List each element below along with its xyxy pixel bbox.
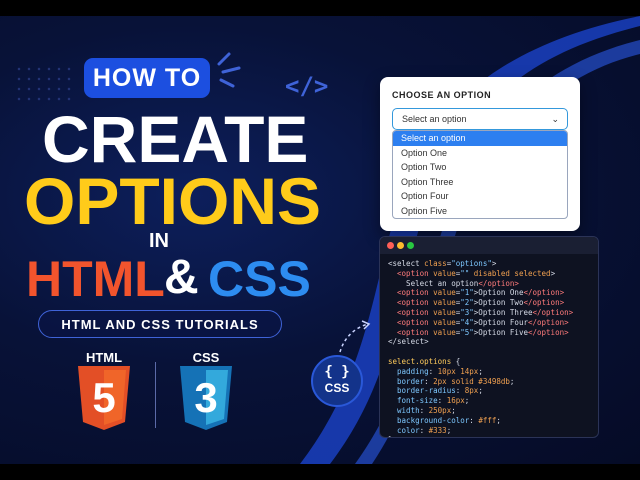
minimize-dot-icon xyxy=(397,242,404,249)
title-ampersand: & xyxy=(164,251,199,304)
logo-divider xyxy=(155,362,156,428)
option-five[interactable]: Option Five xyxy=(393,204,567,219)
select-label: CHOOSE AN OPTION xyxy=(392,90,492,100)
chevron-down-icon[interactable]: ⌄ xyxy=(551,114,559,125)
title-css: CSS xyxy=(208,251,311,307)
html5-number: 5 xyxy=(92,374,115,421)
option-two[interactable]: Option Two xyxy=(393,160,567,175)
option-one[interactable]: Option One xyxy=(393,146,567,161)
option-four[interactable]: Option Four xyxy=(393,189,567,204)
css3-number: 3 xyxy=(194,374,217,421)
html5-logo-label: HTML xyxy=(85,350,123,365)
css3-logo-label: CSS xyxy=(192,350,220,365)
css3-logo: CSS 3 xyxy=(172,350,240,432)
subtitle-pill: HTML AND CSS TUTORIALS xyxy=(38,310,282,338)
close-dot-icon xyxy=(387,242,394,249)
select-demo-card: CHOOSE AN OPTION Select an option ⌄ Sele… xyxy=(380,77,580,231)
letterbox-top xyxy=(0,0,640,16)
option-dropdown: Select an option Option One Option Two O… xyxy=(392,130,568,219)
how-to-badge: HOW TO xyxy=(84,58,210,98)
code-snippet: <select class="options"> <option value="… xyxy=(388,259,574,437)
option-select[interactable]: Select an option ⌄ xyxy=(392,108,568,130)
editor-titlebar xyxy=(380,237,598,254)
thumbnail: HOW TO </> CREATE OPTIONS IN HTML & CSS … xyxy=(0,16,640,464)
code-editor: <select class="options"> <option value="… xyxy=(379,236,599,438)
title-in: IN xyxy=(149,230,169,252)
code-brackets-icon: </> xyxy=(285,72,329,100)
css-badge-label: CSS xyxy=(324,381,350,395)
dashed-arrow-icon xyxy=(339,320,371,353)
title-create: CREATE xyxy=(42,102,309,176)
maximize-dot-icon xyxy=(407,242,414,249)
option-three[interactable]: Option Three xyxy=(393,175,567,190)
spark-lines-icon xyxy=(217,52,241,88)
letterbox-bottom xyxy=(0,464,640,480)
title-html: HTML xyxy=(26,251,165,307)
css-badge: { } CSS xyxy=(311,355,363,407)
title-options: OPTIONS xyxy=(24,164,322,238)
curly-braces-icon: { } xyxy=(324,364,350,380)
html5-logo: HTML 5 xyxy=(70,350,138,432)
select-value: Select an option xyxy=(402,114,467,124)
option-placeholder[interactable]: Select an option xyxy=(393,131,567,146)
